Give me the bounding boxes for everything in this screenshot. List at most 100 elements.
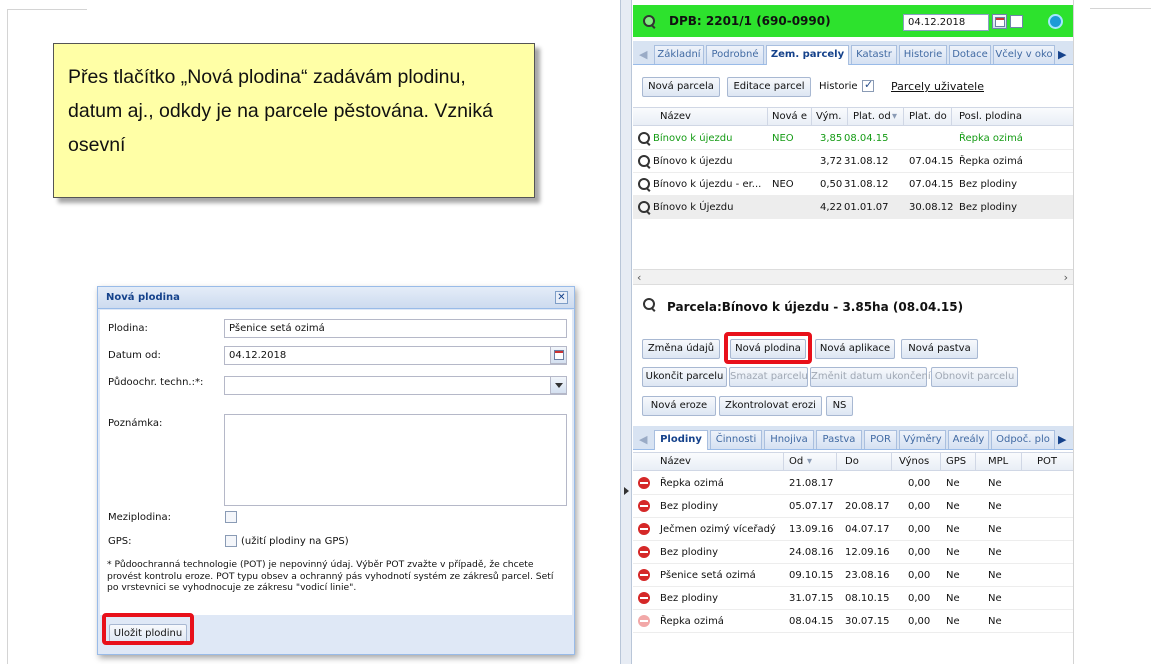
ns-button[interactable]: NS <box>826 396 853 416</box>
history-checkbox[interactable]: ✓ <box>862 78 874 92</box>
remove-icon[interactable] <box>638 523 650 535</box>
tab-historie[interactable]: Historie <box>899 45 947 64</box>
horizontal-scrollbar[interactable]: ‹ › <box>633 269 1073 285</box>
tab-por[interactable]: POR <box>864 430 897 449</box>
tab-plodiny[interactable]: Plodiny <box>654 430 708 450</box>
scroll-left-icon[interactable]: ‹ <box>637 271 641 284</box>
crop-grid-header: Název Od ▾ Do Výnos GPS MPL POT <box>633 452 1073 471</box>
refresh-icon[interactable] <box>1048 14 1063 29</box>
remove-icon[interactable] <box>638 569 650 581</box>
col-pot[interactable]: POT <box>1037 456 1057 467</box>
col-nova[interactable]: Nová e <box>772 111 807 122</box>
tab-scroll-left-icon[interactable]: ◀ <box>639 433 647 446</box>
col-plat-do[interactable]: Plat. do <box>909 111 947 122</box>
cell-vynos: 0,00 <box>908 501 931 512</box>
search-icon[interactable] <box>643 298 656 311</box>
close-icon[interactable]: ✕ <box>555 291 568 304</box>
header-date-field[interactable]: 04.12.2018 <box>903 14 989 31</box>
delete-parcel-button[interactable]: Smazat parcelu <box>729 367 808 387</box>
tab-scroll-right-icon[interactable]: ▶ <box>1058 433 1066 446</box>
search-icon[interactable] <box>638 155 651 168</box>
table-row[interactable]: Řepka ozimá 21.08.17 0,00 Ne Ne <box>633 472 1073 495</box>
pot-select[interactable] <box>224 376 567 395</box>
tab-cinnosti[interactable]: Činnosti <box>710 430 762 449</box>
pot-dropdown-trigger[interactable] <box>550 376 567 394</box>
date-from-field[interactable]: 04.12.2018 <box>224 346 567 365</box>
col-vynos[interactable]: Výnos <box>899 456 929 467</box>
cell-name: Bínovo k újezdu <box>653 156 733 167</box>
table-row[interactable]: Bez plodiny 31.07.15 08.10.15 0,00 Ne Ne <box>633 587 1073 610</box>
cell-od: 05.07.17 <box>789 501 834 512</box>
header-date-value: 04.12.2018 <box>908 17 966 28</box>
user-parcels-link[interactable]: Parcely uživatele <box>891 80 984 93</box>
col-vym[interactable]: Vým. <box>816 111 841 122</box>
new-erosion-button[interactable]: Nová eroze <box>642 396 716 416</box>
cell-mpl: Ne <box>988 593 1002 604</box>
new-application-button[interactable]: Nová aplikace <box>815 339 895 359</box>
tab-odpoc-plochy[interactable]: Odpoč. plo <box>991 430 1055 449</box>
tab-vymery[interactable]: Výměry <box>899 430 946 449</box>
date-from-label: Datum od: <box>108 350 161 361</box>
calendar-trigger[interactable] <box>550 346 567 364</box>
crop-field[interactable]: Pšenice setá ozimá <box>224 319 567 338</box>
cell-vym: 0,50 <box>820 179 843 190</box>
col-nazev[interactable]: Název <box>660 456 691 467</box>
col-separator <box>951 108 952 126</box>
search-icon[interactable] <box>643 15 656 28</box>
tab-hnojiva[interactable]: Hnojiva <box>764 430 814 449</box>
table-row[interactable]: Pšenice setá ozimá 09.10.15 23.08.16 0,00 Ne… <box>633 564 1073 587</box>
tab-zem-parcely[interactable]: Zem. parcely <box>766 45 849 65</box>
panel-splitter[interactable] <box>620 0 632 664</box>
table-row[interactable]: Bínovo k újezdu - er... NEO 0,50 31.08.12 07… <box>633 173 1073 196</box>
tab-scroll-right-icon[interactable]: ▶ <box>1058 48 1066 61</box>
note-textarea[interactable] <box>224 414 567 506</box>
new-parcel-button[interactable]: Nová parcela <box>642 77 720 97</box>
table-row[interactable]: Bínovo k újezdu NEO 3,85 08.04.15 Řepka ozim… <box>633 127 1073 150</box>
col-plat-od[interactable]: Plat. od <box>853 111 891 122</box>
table-row[interactable]: Řepka ozimá 08.04.15 30.07.15 0,00 Ne Ne <box>633 610 1073 633</box>
col-do[interactable]: Do <box>845 456 859 467</box>
tab-pastva[interactable]: Pastva <box>816 430 862 449</box>
tab-podrobne[interactable]: Podrobné <box>706 45 764 64</box>
header-calendar-button[interactable] <box>992 14 1007 29</box>
remove-icon[interactable] <box>638 592 650 604</box>
search-icon[interactable] <box>638 132 651 145</box>
remove-icon[interactable] <box>638 615 650 627</box>
edit-parcels-button[interactable]: Editace parcel <box>727 77 811 97</box>
col-od[interactable]: Od <box>789 456 803 467</box>
cell-od: 01.01.07 <box>844 202 889 213</box>
tab-scroll-left-icon[interactable]: ◀ <box>639 48 647 61</box>
tab-arealy[interactable]: Areály <box>948 430 989 449</box>
col-gps[interactable]: GPS <box>946 456 966 467</box>
remove-icon[interactable] <box>638 500 650 512</box>
collapse-arrow-icon[interactable] <box>624 487 629 495</box>
table-row[interactable]: Bínovo k újezdu 3,72 31.08.12 07.04.15 Řepka… <box>633 150 1073 173</box>
change-data-button[interactable]: Změna údajů <box>642 339 720 359</box>
table-row[interactable]: Ječmen ozimý víceřadý 13.09.16 04.07.17 0,0… <box>633 518 1073 541</box>
tab-dotace[interactable]: Dotace <box>949 45 991 64</box>
calendar-icon <box>995 17 1005 27</box>
change-end-date-button[interactable]: Změnit datum ukončení <box>810 367 931 387</box>
col-mpl[interactable]: MPL <box>988 456 1008 467</box>
restore-parcel-button[interactable]: Obnovit parcelu <box>931 367 1018 387</box>
catch-crop-checkbox[interactable] <box>225 511 237 523</box>
table-row[interactable]: Bínovo k Újezdu 4,22 01.01.07 30.08.12 Bez p… <box>633 196 1073 219</box>
col-nazev[interactable]: Název <box>660 111 691 122</box>
remove-icon[interactable] <box>638 477 650 489</box>
check-erosion-button[interactable]: Zkontrolovat erozi <box>719 396 822 416</box>
header-checkbox[interactable] <box>1010 15 1023 28</box>
end-parcel-button[interactable]: Ukončit parcelu <box>642 367 727 387</box>
search-icon[interactable] <box>638 201 651 214</box>
gps-checkbox[interactable] <box>225 535 237 547</box>
table-row[interactable]: Bez plodiny 05.07.17 20.08.17 0,00 Ne Ne <box>633 495 1073 518</box>
table-row[interactable]: Bez plodiny 24.08.16 12.09.16 0,00 Ne Ne <box>633 541 1073 564</box>
cell-gps: Ne <box>946 570 960 581</box>
new-pasture-button[interactable]: Nová pastva <box>901 339 978 359</box>
tab-zakladni[interactable]: Základní <box>654 45 704 64</box>
search-icon[interactable] <box>638 178 651 191</box>
remove-icon[interactable] <box>638 546 650 558</box>
col-posl-plodina[interactable]: Posl. plodina <box>959 111 1022 122</box>
tab-katastr[interactable]: Katastr <box>851 45 897 64</box>
scroll-right-icon[interactable]: › <box>1064 271 1068 284</box>
tab-vcely[interactable]: Včely v oko <box>993 45 1055 64</box>
